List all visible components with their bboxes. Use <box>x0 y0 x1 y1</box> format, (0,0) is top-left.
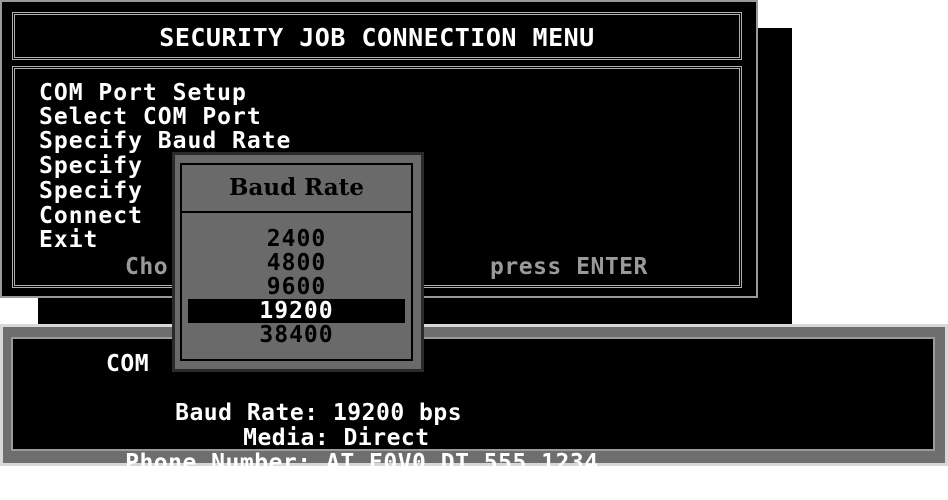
status-inner-frame: COM Baud Rate: 19200 bps Media: Direct P… <box>11 337 935 475</box>
status-phone-line: Phone Number: AT E0V0 DT 555 1234 <box>39 427 599 499</box>
baud-option-38400[interactable]: 38400 <box>182 323 411 347</box>
baud-option-19200-selected[interactable]: 19200 <box>188 299 405 323</box>
menu-item-specify-baud-rate[interactable]: Specify Baud Rate <box>39 129 291 153</box>
menu-item-select-com-port[interactable]: Select COM Port <box>39 105 262 129</box>
status-panel: COM Baud Rate: 19200 bps Media: Direct P… <box>0 324 948 475</box>
menu-hint-left: Cho <box>125 254 169 280</box>
status-com-label: COM <box>106 351 150 377</box>
baud-popup-title: Baud Rate <box>229 174 364 201</box>
menu-hint-right: press ENTER <box>490 254 648 280</box>
menu-title-frame: SECURITY JOB CONNECTION MENU <box>12 12 742 60</box>
menu-item-com-port-setup[interactable]: COM Port Setup <box>39 81 247 105</box>
menu-title: SECURITY JOB CONNECTION MENU <box>159 23 595 52</box>
baud-rate-popup: Baud Rate 2400 4800 9600 19200 38400 <box>172 152 424 372</box>
menu-item-specify-b[interactable]: Specify <box>39 179 143 203</box>
status-phone-value: AT E0V0 DT 555 1234 <box>325 450 599 476</box>
menu-item-specify-a[interactable]: Specify <box>39 154 143 178</box>
menu-item-exit[interactable]: Exit <box>39 228 98 252</box>
menu-item-connect[interactable]: Connect <box>39 204 143 228</box>
baud-popup-title-frame: Baud Rate <box>180 163 413 213</box>
baud-option-9600[interactable]: 9600 <box>182 275 411 299</box>
baud-option-list: 2400 4800 9600 19200 38400 <box>180 213 413 361</box>
status-phone-label: Phone Number: <box>125 450 312 476</box>
baud-option-2400[interactable]: 2400 <box>182 227 411 251</box>
baud-option-4800[interactable]: 4800 <box>182 251 411 275</box>
